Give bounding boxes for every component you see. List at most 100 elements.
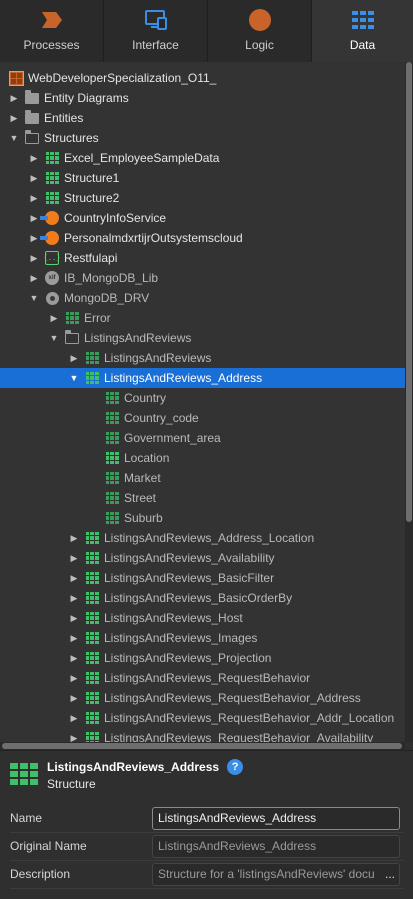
expand-icon[interactable]: ▶ — [68, 608, 80, 628]
tree-item-attr-suburb[interactable]: Suburb — [0, 508, 404, 528]
expand-icon[interactable]: ▶ — [48, 308, 60, 328]
tree-item-error[interactable]: ▶ Error — [0, 308, 404, 328]
expand-icon[interactable]: ▶ — [28, 188, 40, 208]
name-field[interactable]: ListingsAndReviews_Address — [152, 806, 400, 830]
tree-item-excel-employee[interactable]: ▶ Excel_EmployeeSampleData — [0, 148, 404, 168]
property-row-original-name: Original Name ListingsAndReviews_Address — [0, 832, 413, 860]
expand-icon[interactable]: ▶ — [68, 588, 80, 608]
structure-icon — [44, 190, 60, 206]
expand-icon[interactable]: ▶ — [68, 568, 80, 588]
expand-icon[interactable]: ▶ — [28, 208, 40, 228]
tree-item-attr-country[interactable]: Country — [0, 388, 404, 408]
expand-icon[interactable]: ▶ — [28, 228, 40, 248]
folder-icon — [24, 109, 40, 126]
expand-icon[interactable]: ▶ — [8, 108, 20, 128]
tree-item-structure2[interactable]: ▶ Structure2 — [0, 188, 404, 208]
tree-item-label: Restfulapi — [64, 251, 118, 265]
tree-item-restfulapi[interactable]: ▶ {..} Restfulapi — [0, 248, 404, 268]
tree-item-listings-address[interactable]: ▼ ListingsAndReviews_Address — [0, 368, 413, 388]
tree-item-attr-government-area[interactable]: Government_area — [0, 428, 404, 448]
tree-item-attr-street[interactable]: Street — [0, 488, 404, 508]
tree-item-entities[interactable]: ▶ Entities — [0, 108, 404, 128]
tab-interface-label: Interface — [132, 38, 179, 52]
tree-item-listings[interactable]: ▶ ListingsAndReviews — [0, 348, 404, 368]
expand-icon[interactable]: ▶ — [68, 348, 80, 368]
tab-logic-label: Logic — [245, 38, 274, 52]
property-label: Original Name — [10, 839, 87, 853]
description-edit-button[interactable]: ... — [385, 867, 395, 881]
tree-item-listings-request-behavior-addr-location[interactable]: ▶ ListingsAndReviews_RequestBehavior_Add… — [0, 708, 404, 728]
structure-icon — [84, 350, 100, 366]
soap-service-icon — [40, 210, 60, 226]
collapse-icon[interactable]: ▼ — [8, 128, 20, 148]
tree-item-ib-mongodb-lib[interactable]: ▶ xif IB_MongoDB_Lib — [0, 268, 404, 288]
tree-item-listings-availability[interactable]: ▶ ListingsAndReviews_Availability — [0, 548, 404, 568]
structure-icon — [10, 763, 38, 785]
tree-item-entity-diagrams[interactable]: ▶ Entity Diagrams — [0, 88, 404, 108]
expand-icon[interactable]: ▶ — [8, 88, 20, 108]
expand-icon[interactable]: ▶ — [68, 708, 80, 728]
attribute-icon — [104, 470, 120, 486]
expand-icon[interactable]: ▶ — [68, 648, 80, 668]
tree-item-listings-basic-orderby[interactable]: ▶ ListingsAndReviews_BasicOrderBy — [0, 588, 404, 608]
tree-item-listings-folder[interactable]: ▼ ListingsAndReviews — [0, 328, 404, 348]
collapse-icon[interactable]: ▼ — [48, 328, 60, 348]
collapse-icon[interactable]: ▼ — [28, 288, 40, 308]
help-icon[interactable]: ? — [227, 759, 244, 775]
tree-item-listings-address-location[interactable]: ▶ ListingsAndReviews_Address_Location — [0, 528, 404, 548]
tree-item-label: Entities — [44, 111, 84, 125]
expand-icon[interactable]: ▶ — [68, 668, 80, 688]
tree-item-label: ListingsAndReviews — [104, 351, 212, 365]
expand-icon[interactable]: ▶ — [28, 148, 40, 168]
tree-item-label: PersonalmdxrtijrOutsystemscloud — [64, 231, 243, 245]
tab-logic[interactable]: Logic — [208, 0, 312, 62]
expand-icon[interactable]: ▶ — [68, 628, 80, 648]
expand-icon[interactable]: ▶ — [68, 528, 80, 548]
expand-icon[interactable]: ▶ — [68, 728, 80, 743]
expand-icon[interactable]: ▶ — [28, 268, 40, 288]
tree-item-listings-images[interactable]: ▶ ListingsAndReviews_Images — [0, 628, 404, 648]
tree-item-listings-projection[interactable]: ▶ ListingsAndReviews_Projection — [0, 648, 404, 668]
collapse-icon[interactable]: ▼ — [68, 368, 80, 388]
attribute-icon — [104, 390, 120, 406]
tree-item-attr-country-code[interactable]: Country_code — [0, 408, 404, 428]
tab-data[interactable]: Data — [312, 0, 413, 62]
expand-icon[interactable]: ▶ — [28, 168, 40, 188]
tree-item-label: MongoDB_DRV — [64, 291, 150, 305]
structure-icon — [84, 370, 100, 386]
tree-root[interactable]: WebDeveloperSpecialization_O11_ — [0, 68, 404, 88]
tree-item-listings-request-behavior-address[interactable]: ▶ ListingsAndReviews_RequestBehavior_Add… — [0, 688, 404, 708]
tree-item-structures[interactable]: ▼ Structures — [0, 128, 404, 148]
tree-item-label: CountryInfoService — [64, 211, 167, 225]
tree-item-structure1[interactable]: ▶ Structure1 — [0, 168, 404, 188]
tree-item-listings-request-behavior[interactable]: ▶ ListingsAndReviews_RequestBehavior — [0, 668, 404, 688]
tree-item-listings-basic-filter[interactable]: ▶ ListingsAndReviews_BasicFilter — [0, 568, 404, 588]
tree-item-attr-location[interactable]: Location — [0, 448, 404, 468]
expand-icon[interactable]: ▶ — [68, 688, 80, 708]
tree-item-country-info-service[interactable]: ▶ CountryInfoService — [0, 208, 404, 228]
description-field[interactable]: Structure for a 'listingsAndReviews' doc… — [152, 862, 400, 886]
tree-item-listings-host[interactable]: ▶ ListingsAndReviews_Host — [0, 608, 404, 628]
tree-item-mongodb-drv[interactable]: ▼ MongoDB_DRV — [0, 288, 404, 308]
tree-item-label: Suburb — [124, 511, 163, 525]
structure-icon — [84, 690, 100, 706]
tree-item-label: Error — [84, 311, 111, 325]
tree-item-label: Structure1 — [64, 171, 120, 185]
expand-icon[interactable]: ▶ — [68, 548, 80, 568]
tree-horizontal-scrollbar[interactable] — [0, 742, 405, 750]
tree-item-label: ListingsAndReviews — [84, 331, 192, 345]
expand-icon[interactable]: ▶ — [28, 248, 40, 268]
tree-item-listings-request-behavior-availability[interactable]: ▶ ListingsAndReviews_RequestBehavior_Ava… — [0, 728, 404, 742]
properties-header: ListingsAndReviews_Address ? Structure — [10, 759, 244, 791]
horizontal-scroll-thumb[interactable] — [2, 743, 402, 749]
tree-item-attr-market[interactable]: Market — [0, 468, 404, 488]
tree-vertical-scrollbar[interactable] — [405, 62, 413, 742]
logic-icon — [247, 8, 273, 32]
vertical-scroll-thumb[interactable] — [406, 62, 412, 522]
tree-item-label: ListingsAndReviews_Projection — [104, 651, 272, 665]
tree-item-personal-outsystems[interactable]: ▶ PersonalmdxrtijrOutsystemscloud — [0, 228, 404, 248]
tab-processes[interactable]: Processes — [0, 0, 104, 62]
tab-interface[interactable]: Interface — [104, 0, 208, 62]
tree-item-label: ListingsAndReviews_Availability — [104, 551, 275, 565]
extension-icon: xif — [44, 270, 60, 286]
